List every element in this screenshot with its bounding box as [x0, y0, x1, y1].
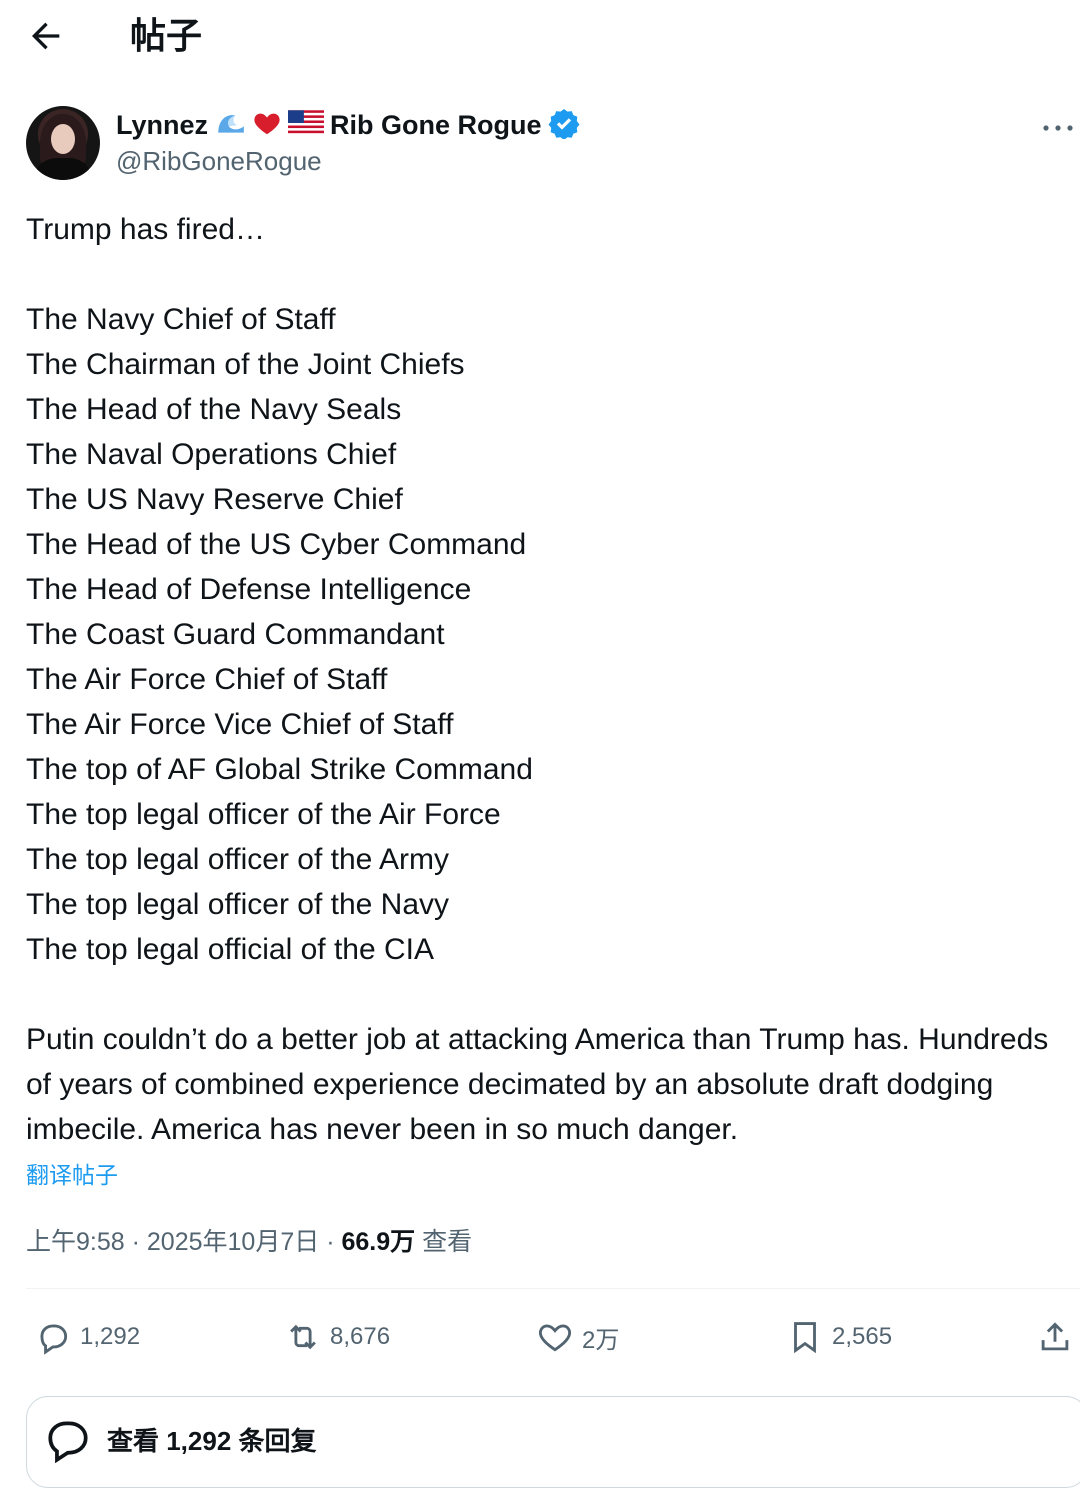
divider [26, 1288, 1080, 1289]
tweet-author: Lynnez Rib Gone Rogue @RibGoneRogue [26, 104, 1073, 184]
author-handle[interactable]: @RibGoneRogue [116, 146, 322, 177]
repost-icon [290, 1324, 316, 1350]
separator-dot: · [326, 1228, 342, 1256]
post-time[interactable]: 上午9:58 [26, 1228, 125, 1256]
translate-post-link[interactable]: 翻译帖子 [26, 1156, 118, 1190]
more-horizontal-icon [1043, 125, 1073, 131]
arrow-left-icon [32, 22, 60, 50]
tweet-text: Trump has fired… The Navy Chief of Staff… [26, 213, 1049, 1146]
bookmark-count: 2,565 [832, 1323, 893, 1350]
repost-button[interactable]: 8,676 [284, 1312, 390, 1362]
tweet-meta: 上午9:58 · 2025年10月7日 · 66.9万 查看 [26, 1222, 472, 1258]
us-flag-icon [288, 109, 325, 141]
share-icon [1041, 1322, 1069, 1351]
avatar[interactable] [26, 106, 100, 180]
like-button[interactable]: 2万 [536, 1312, 619, 1362]
more-options-button[interactable] [1038, 116, 1078, 140]
heart-icon [252, 108, 282, 143]
author-name-row[interactable]: Lynnez Rib Gone Rogue [116, 106, 580, 144]
page-title: 帖子 [130, 15, 203, 56]
separator-dot: · [131, 1228, 147, 1256]
display-name: Lynnez [116, 109, 209, 140]
like-count: 2万 [582, 1326, 620, 1354]
back-button[interactable] [26, 16, 66, 56]
bookmark-icon [794, 1322, 816, 1354]
share-button[interactable] [1036, 1312, 1080, 1362]
verified-badge-icon [548, 107, 580, 144]
wave-icon [214, 107, 246, 144]
views-label: 查看 [422, 1228, 473, 1256]
reply-bubble-icon [48, 1421, 88, 1464]
top-bar: 帖子 [0, 0, 1080, 78]
reply-button[interactable]: 1,292 [34, 1312, 140, 1362]
heart-outline-icon [539, 1324, 571, 1352]
display-name-suffix: Rib Gone Rogue [330, 109, 542, 140]
repost-count: 8,676 [330, 1323, 391, 1350]
view-replies-button[interactable]: 查看 1,292 条回复 [26, 1396, 1080, 1488]
reply-count: 1,292 [80, 1323, 141, 1350]
post-date[interactable]: 2025年10月7日 [147, 1228, 319, 1256]
reply-icon [40, 1324, 68, 1355]
bookmark-button[interactable]: 2,565 [786, 1312, 892, 1362]
views-count: 66.9万 [341, 1228, 416, 1256]
view-replies-label: 查看 1,292 条回复 [107, 1426, 317, 1456]
